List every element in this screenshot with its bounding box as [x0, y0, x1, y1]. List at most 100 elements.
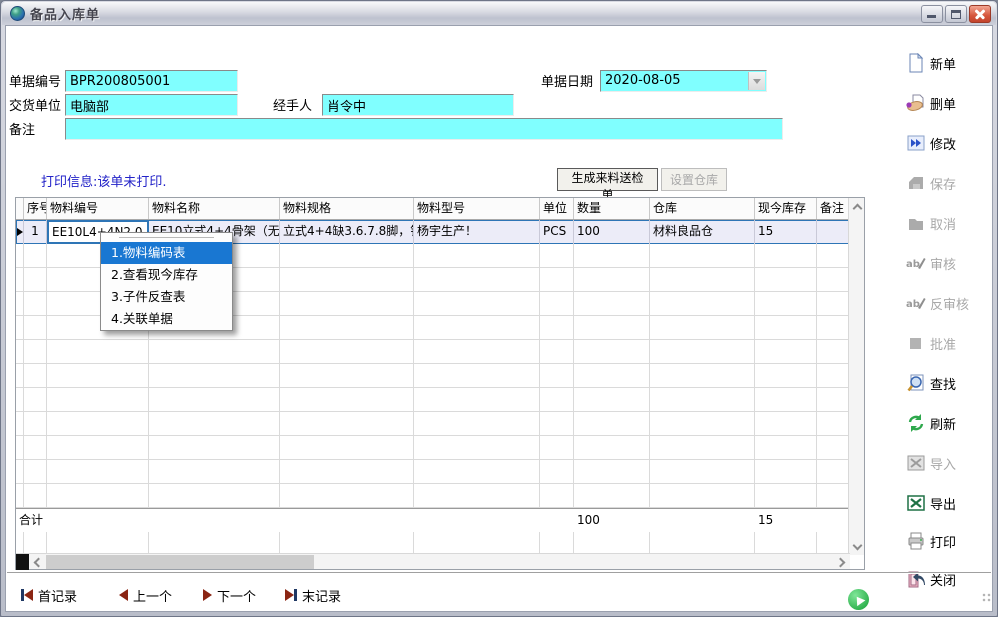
supplier-label: 交货单位	[9, 99, 61, 115]
cell-stock[interactable]: 15	[755, 220, 817, 244]
sidebar-item-export[interactable]: 导出	[906, 491, 992, 515]
nav-last-record[interactable]: 末记录	[285, 585, 341, 605]
doc-date-label: 单据日期	[541, 75, 593, 91]
cell-qty[interactable]: 100	[574, 220, 650, 244]
scroll-left-button[interactable]	[29, 554, 45, 570]
cell-unit[interactable]: PCS	[540, 220, 574, 244]
sidebar-item-label: 批准	[930, 334, 956, 353]
scroll-up-button[interactable]	[849, 198, 865, 214]
grid-header-stock[interactable]: 现今库存	[755, 198, 817, 219]
cancel-icon	[906, 213, 926, 233]
menu-separator	[101, 233, 232, 242]
bottom-separator	[7, 572, 991, 574]
sidebar-item-label: 取消	[930, 214, 956, 233]
app-globe-icon	[10, 6, 25, 21]
scroll-right-button[interactable]	[834, 554, 850, 570]
sidebar-item-label: 刷新	[930, 414, 956, 433]
sidebar-item-audit: ab 审核	[906, 251, 992, 275]
grid-header-indicator[interactable]	[16, 198, 24, 219]
cell-material-spec[interactable]: 立式4+4缺3.6.7.8脚，针	[280, 220, 414, 244]
doc-date-field[interactable]: 2020-08-05	[600, 70, 767, 92]
total-row: 合计 100 15	[16, 508, 850, 532]
supplier-field[interactable]	[65, 94, 238, 116]
grid-corner-box	[16, 554, 29, 570]
svg-text:ab: ab	[906, 259, 920, 270]
menu-item-related-documents[interactable]: 4.关联单据	[101, 308, 232, 330]
set-warehouse-button[interactable]: 设置仓库	[661, 168, 727, 191]
nav-first-record[interactable]: 首记录	[21, 585, 77, 605]
cell-material-model[interactable]: 杨宇生产！	[414, 220, 540, 244]
audit-icon: ab	[906, 253, 926, 273]
menu-item-material-code-table[interactable]: 1.物料编码表	[101, 242, 232, 264]
chevron-down-icon	[753, 79, 761, 84]
refresh-icon	[906, 413, 926, 433]
chevron-right-icon	[836, 557, 846, 567]
app-window: 备品入库单 单据编号 单据日期 2020-08-05 交货单位 经手人 备注 打…	[0, 0, 998, 617]
sidebar-item-label: 导入	[930, 454, 956, 473]
row-indicator-icon	[17, 228, 23, 236]
titlebar[interactable]: 备品入库单	[2, 2, 996, 25]
sidebar-item-label: 导出	[930, 494, 956, 513]
sidebar-item-refresh[interactable]: 刷新	[906, 411, 992, 435]
horizontal-scroll-thumb[interactable]	[46, 555, 314, 569]
gridline	[279, 220, 280, 555]
grid-header-qty[interactable]: 数量	[574, 198, 650, 219]
close-button[interactable]	[969, 5, 991, 23]
generate-inspection-button[interactable]: 生成来料送检单	[557, 168, 658, 191]
horizontal-scrollbar[interactable]	[16, 553, 850, 569]
nav-label: 首记录	[38, 586, 77, 605]
nav-next-record[interactable]: 下一个	[203, 585, 256, 605]
sidebar-item-close[interactable]: 关闭	[906, 567, 992, 591]
chevron-up-icon	[852, 203, 862, 213]
chevron-down-icon	[852, 540, 862, 550]
grid-header-material-model[interactable]: 物料型号	[414, 198, 540, 219]
nav-label: 下一个	[217, 586, 256, 605]
sidebar-item-find[interactable]: 查找	[906, 371, 992, 395]
sidebar-item-save: 保存	[906, 171, 992, 195]
previous-record-icon	[119, 589, 128, 601]
grid-header-remark[interactable]: 备注	[817, 198, 850, 219]
sidebar-item-modify[interactable]: 修改	[906, 131, 992, 155]
sidebar-item-delete[interactable]: 删单	[906, 91, 992, 115]
grid-header-material-name[interactable]: 物料名称	[149, 198, 280, 219]
gridline	[23, 220, 24, 555]
gridline	[539, 220, 540, 555]
sidebar-item-label: 新单	[930, 54, 956, 73]
scroll-down-button[interactable]	[849, 539, 865, 555]
sidebar-item-import: 导入	[906, 451, 992, 475]
status-ok-icon[interactable]	[848, 589, 869, 610]
vertical-scrollbar[interactable]	[848, 198, 864, 555]
resize-grip[interactable]	[982, 593, 993, 604]
remark-field[interactable]	[65, 118, 783, 140]
doc-date-dropdown-button[interactable]	[748, 72, 765, 90]
total-label: 合计	[16, 509, 47, 533]
grid-header-material-code[interactable]: 物料编号	[47, 198, 149, 219]
doc-no-field[interactable]	[65, 70, 238, 92]
cell-seq[interactable]: 1	[24, 220, 47, 244]
gridline	[573, 220, 574, 555]
import-icon	[906, 453, 926, 473]
gridline	[649, 220, 650, 555]
menu-item-view-current-stock[interactable]: 2.查看现今库存	[101, 264, 232, 286]
handler-field[interactable]	[322, 94, 514, 116]
sidebar-item-label: 审核	[930, 254, 956, 273]
minimize-icon	[927, 15, 936, 18]
sidebar-item-reverse-audit: ab 反审核	[906, 291, 992, 315]
grid-header-unit[interactable]: 单位	[540, 198, 574, 219]
menu-item-subpart-lookup[interactable]: 3.子件反查表	[101, 286, 232, 308]
cell-remark[interactable]	[817, 220, 850, 244]
sidebar-item-new[interactable]: 新单	[906, 51, 992, 75]
nav-label: 上一个	[133, 586, 172, 605]
grid-header-seq[interactable]: 序号	[24, 198, 47, 219]
maximize-button[interactable]	[945, 5, 967, 23]
cell-warehouse[interactable]: 材料良品仓	[650, 220, 755, 244]
print-info-text: 打印信息:该单未打印.	[41, 171, 167, 190]
nav-previous-record[interactable]: 上一个	[119, 585, 172, 605]
grid-header-warehouse[interactable]: 仓库	[650, 198, 755, 219]
maximize-icon	[951, 10, 961, 19]
minimize-button[interactable]	[921, 5, 943, 23]
sidebar-item-print[interactable]: 打印	[906, 529, 992, 553]
save-icon	[906, 173, 926, 193]
grid-header-material-spec[interactable]: 物料规格	[280, 198, 414, 219]
sidebar-item-label: 打印	[930, 532, 956, 551]
